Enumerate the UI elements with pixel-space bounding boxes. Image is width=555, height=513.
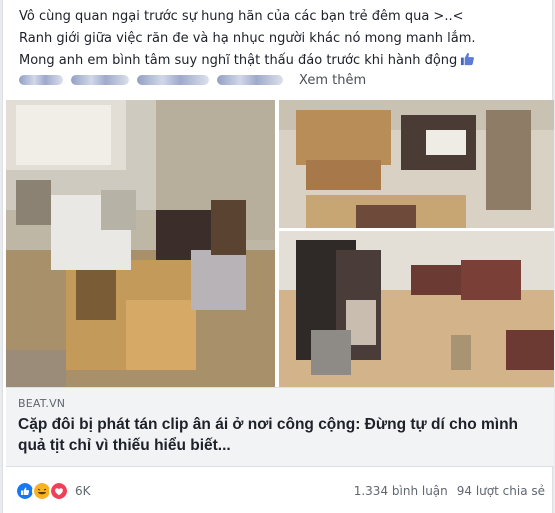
blurred-tag[interactable]	[19, 75, 63, 85]
collage-image-top-right[interactable]	[279, 100, 554, 228]
link-title[interactable]: Cặp đôi bị phát tán clip ân ái ở nơi côn…	[18, 414, 543, 456]
love-reaction-icon	[49, 481, 69, 501]
collage-image-bottom-right[interactable]	[279, 231, 554, 387]
engagement-stats: 1.334 bình luận 94 lượt chia sẻ	[354, 484, 545, 498]
post-line-3: Mong anh em bình tâm suy nghĩ thật thấu …	[19, 50, 544, 72]
post-line-2: Ranh giới giữa việc răn đe và hạ nhục ng…	[19, 31, 476, 46]
post-card: Vô cùng quan ngại trước sự hung hãn của …	[2, 0, 554, 513]
post-line-3-text: Mong anh em bình tâm suy nghĩ thật thấu …	[19, 53, 458, 68]
tagged-people-row: Xem thêm	[19, 70, 366, 90]
link-preview[interactable]: BEAT.VN Cặp đôi bị phát tán clip ân ái ở…	[6, 387, 554, 467]
reaction-count[interactable]: 6K	[75, 484, 91, 498]
reactions-bar: 6K 1.334 bình luận 94 lượt chia sẻ	[15, 478, 545, 504]
blurred-tag[interactable]	[217, 75, 283, 85]
comment-count-link[interactable]: 1.334 bình luận	[354, 484, 448, 498]
reaction-icons[interactable]	[15, 481, 69, 501]
link-source-domain: BEAT.VN	[18, 397, 66, 410]
blurred-tag[interactable]	[71, 75, 129, 85]
blurred-tag[interactable]	[137, 75, 209, 85]
post-line-1: Vô cùng quan ngại trước sự hung hãn của …	[19, 9, 464, 24]
collage-image-left[interactable]	[6, 100, 275, 387]
share-count-link[interactable]: 94 lượt chia sẻ	[457, 484, 545, 498]
see-more-link[interactable]: Xem thêm	[299, 73, 366, 88]
post-image-collage[interactable]	[6, 100, 554, 387]
thumbs-up-emoji-icon	[460, 51, 475, 66]
post-message: Vô cùng quan ngại trước sự hung hãn của …	[19, 6, 544, 72]
